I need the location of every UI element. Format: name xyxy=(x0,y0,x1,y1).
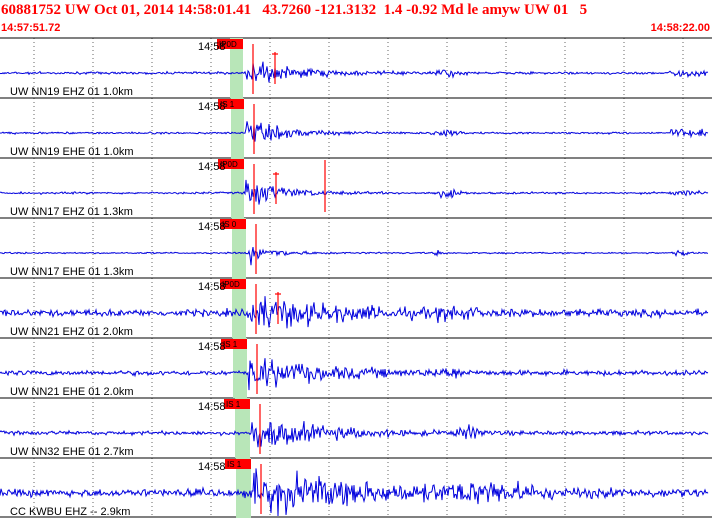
waveform-trace xyxy=(0,179,709,205)
minute-label: 14:58 xyxy=(198,281,226,293)
pick-tag-label: IS 1 xyxy=(226,400,241,409)
window-end-time: 14:58:22.00 xyxy=(650,22,710,34)
waveform-trace xyxy=(0,296,709,329)
window-start-time: 14:57:51.72 xyxy=(1,22,61,34)
minute-label: 14:58 xyxy=(198,221,226,233)
waveform-trace xyxy=(0,61,709,83)
pick-tag-label: IS 1 xyxy=(227,460,242,469)
channel-label: CC KWBU EHZ -- 2.9km xyxy=(10,506,130,518)
minute-label: 14:58 xyxy=(198,461,226,473)
waveform-trace xyxy=(0,421,709,448)
channel-label: UW NN21 EHZ 01 2.0km xyxy=(10,326,133,338)
event-header-title: 60881752 UW Oct 01, 2014 14:58:01.41 43.… xyxy=(1,2,588,18)
channel-label: UW NN21 EHE 01 2.0km xyxy=(10,386,133,398)
channel-label: UW NN17 EHE 01 1.3km xyxy=(10,266,133,278)
waveform-trace xyxy=(0,247,708,266)
channel-label: UW NN17 EHZ 01 1.3km xyxy=(10,206,133,218)
minute-label: 14:58 xyxy=(198,41,226,53)
channel-label: UW NN19 EHZ 01 1.0km xyxy=(10,86,133,98)
waveform-trace xyxy=(0,121,709,142)
channel-label: UW NN19 EHE 01 1.0km xyxy=(10,146,133,158)
minute-label: 14:58 xyxy=(198,341,226,353)
minute-label: 14:58 xyxy=(198,401,226,413)
channel-label: UW NN32 EHE 01 2.7km xyxy=(10,446,133,458)
seismogram-plot: IP0DIS 1IP0DIS 0IP0DIS 1IS 1IS 1 14:58UW… xyxy=(0,37,712,518)
channel-labels: 14:58 UW NN19 EHZ 01 1.0km 14:58 UW NN19 EH… xyxy=(10,41,226,518)
minute-label: 14:58 xyxy=(198,101,226,113)
minute-label: 14:58 xyxy=(198,161,226,173)
